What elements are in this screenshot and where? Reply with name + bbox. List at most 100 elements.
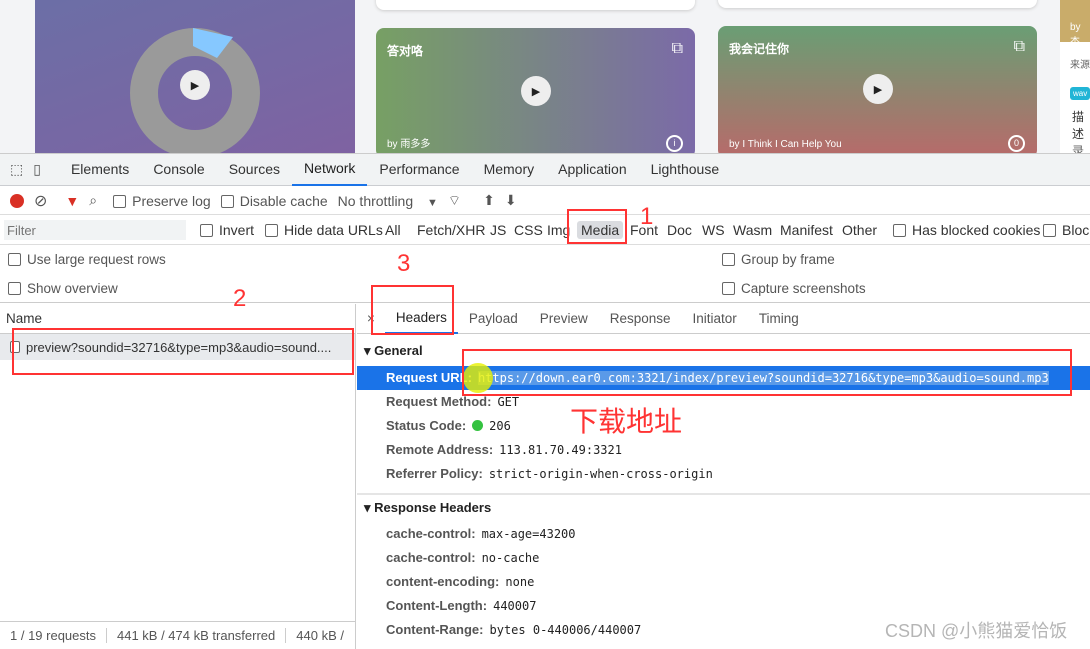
card-top <box>376 0 695 10</box>
capture-screenshots-label: Capture screenshots <box>741 280 866 296</box>
filter-bar: Invert Hide data URLs All Fetch/XHR JS C… <box>0 216 1090 245</box>
request-count: 1 / 19 requests <box>10 628 96 643</box>
record-icon[interactable] <box>10 193 24 208</box>
status-dot-icon <box>472 420 484 431</box>
value: strict-origin-when-cross-origin <box>488 467 713 481</box>
annotation-box-request <box>12 328 354 375</box>
disable-cache-checkbox[interactable]: Disable cache <box>220 192 328 209</box>
transferred-size: 441 kB / 474 kB transferred <box>106 628 285 643</box>
tab-initiator[interactable]: Initiator <box>682 311 748 326</box>
tab-timing[interactable]: Timing <box>748 311 810 326</box>
key: content-encoding: <box>386 574 500 589</box>
type-js[interactable]: JS <box>490 222 506 238</box>
play-button[interactable]: ▶ <box>863 74 893 104</box>
card-title: 答对咯 <box>387 44 424 58</box>
key: Referrer Policy: <box>386 466 483 481</box>
disable-cache-label: Disable cache <box>239 192 328 209</box>
sound-card[interactable]: 答对咯 ⧉ ▶ by 雨多多 i <box>376 28 695 153</box>
resource-size: 440 kB / <box>285 628 354 643</box>
tab-elements[interactable]: Elements <box>59 154 141 185</box>
show-overview-label: Show overview <box>27 280 118 296</box>
type-ws[interactable]: WS <box>702 222 725 238</box>
tab-response[interactable]: Response <box>599 311 682 326</box>
annotation-number-3: 3 <box>397 250 411 277</box>
play-button[interactable]: ▶ <box>180 70 210 100</box>
response-headers-title: Response Headers <box>374 500 492 515</box>
invert-label: Invert <box>219 222 255 238</box>
status-bar: 1 / 19 requests 441 kB / 474 kB transfer… <box>0 621 356 649</box>
blocked-requests-checkbox[interactable]: Bloc <box>1043 222 1089 238</box>
filter-input[interactable] <box>4 220 186 240</box>
tab-preview[interactable]: Preview <box>529 311 599 326</box>
tab-console[interactable]: Console <box>141 154 216 185</box>
tab-lighthouse[interactable]: Lighthouse <box>639 154 732 185</box>
info-icon[interactable]: i <box>666 135 683 152</box>
hide-data-urls-checkbox[interactable]: Hide data URLs <box>265 222 383 238</box>
show-overview-checkbox[interactable]: Show overview <box>8 281 118 296</box>
search-icon[interactable]: ⌕ <box>89 192 97 209</box>
type-wasm[interactable]: Wasm <box>733 222 772 238</box>
inspect-icon[interactable]: ⬚ <box>0 154 29 185</box>
card-title: 我会记住你 <box>729 42 790 56</box>
sound-card[interactable]: 我会记住你 ⧉ ▶ by I Think I Can Help You 0 <box>718 26 1037 153</box>
share-icon[interactable]: ⧉ <box>672 40 683 58</box>
webpage: ▶ 答对咯 ⧉ ▶ by 雨多多 i 我会记住你 ⧉ ▶ by I Think … <box>0 0 1090 153</box>
annotation-box-media <box>567 209 627 244</box>
tab-payload[interactable]: Payload <box>458 311 529 326</box>
key: Remote Address: <box>386 442 494 457</box>
key: Request Method: <box>386 394 492 409</box>
share-icon[interactable]: ⧉ <box>1014 38 1025 56</box>
annotation-label: 下载地址 <box>570 406 683 437</box>
throttling-select[interactable]: No throttling ▼ <box>338 193 438 209</box>
badge-icon[interactable]: 0 <box>1008 135 1025 152</box>
type-all[interactable]: All <box>385 222 401 238</box>
type-other[interactable]: Other <box>842 222 877 238</box>
annotation-number-2: 2 <box>233 285 247 312</box>
annotation-number-1: 1 <box>640 203 654 230</box>
hide-data-urls-label: Hide data URLs <box>284 222 383 238</box>
header-row: Content-Length: 440007 <box>386 598 536 613</box>
download-icon[interactable]: ⬇ <box>505 192 517 209</box>
header-row: cache-control: no-cache <box>386 550 539 565</box>
preserve-log-label: Preserve log <box>132 192 211 209</box>
key: Content-Range: <box>386 622 484 637</box>
header-row: Content-Range: bytes 0-440006/440007 <box>386 622 641 637</box>
tab-application[interactable]: Application <box>546 154 639 185</box>
player-card: ▶ <box>35 0 355 153</box>
blocked-requests-label: Bloc <box>1062 222 1090 238</box>
tab-memory[interactable]: Memory <box>472 154 547 185</box>
capture-screenshots-checkbox[interactable]: Capture screenshots <box>722 281 866 296</box>
key: Content-Length: <box>386 598 488 613</box>
request-url-key: Request URL: <box>386 370 472 385</box>
group-by-frame-label: Group by frame <box>741 252 835 267</box>
upload-icon[interactable]: ⬆ <box>483 192 495 209</box>
device-toggle-icon[interactable]: ▯ <box>29 154 59 185</box>
large-rows-checkbox[interactable]: Use large request rows <box>8 252 166 267</box>
tab-network[interactable]: Network <box>292 153 368 186</box>
type-css[interactable]: CSS <box>514 222 543 238</box>
large-rows-label: Use large request rows <box>27 252 166 267</box>
filter-icon[interactable]: ▼ <box>65 193 79 209</box>
type-doc[interactable]: Doc <box>667 222 692 238</box>
side-desc: 描述 <box>1072 110 1085 141</box>
network-toolbar: ⊘ ▼ ⌕ Preserve log Disable cache No thro… <box>0 187 1090 215</box>
status-code-row: Status Code: 206 <box>386 418 511 433</box>
type-fetch-xhr[interactable]: Fetch/XHR <box>417 222 485 238</box>
blocked-cookies-checkbox[interactable]: Has blocked cookies <box>893 222 1040 238</box>
clear-icon[interactable]: ⊘ <box>34 191 47 211</box>
header-row: cache-control: max-age=43200 <box>386 526 576 541</box>
type-manifest[interactable]: Manifest <box>780 222 833 238</box>
tab-performance[interactable]: Performance <box>367 154 471 185</box>
general-section-toggle[interactable]: ▾ General <box>364 343 423 359</box>
invert-checkbox[interactable]: Invert <box>200 222 254 238</box>
group-by-frame-checkbox[interactable]: Group by frame <box>722 252 835 267</box>
annotation-box-url <box>462 349 1072 396</box>
wifi-icon[interactable]: ⌔ <box>448 192 461 210</box>
play-button[interactable]: ▶ <box>521 76 551 106</box>
tab-sources[interactable]: Sources <box>217 154 292 185</box>
response-headers-toggle[interactable]: ▾ Response Headers <box>364 500 491 516</box>
header-row: content-encoding: none <box>386 574 534 589</box>
preserve-log-checkbox[interactable]: Preserve log <box>113 193 211 209</box>
card-author: by 雨多多 <box>387 139 431 150</box>
devtools-panel: ⬚ ▯ Elements Console Sources Network Per… <box>0 153 1090 649</box>
